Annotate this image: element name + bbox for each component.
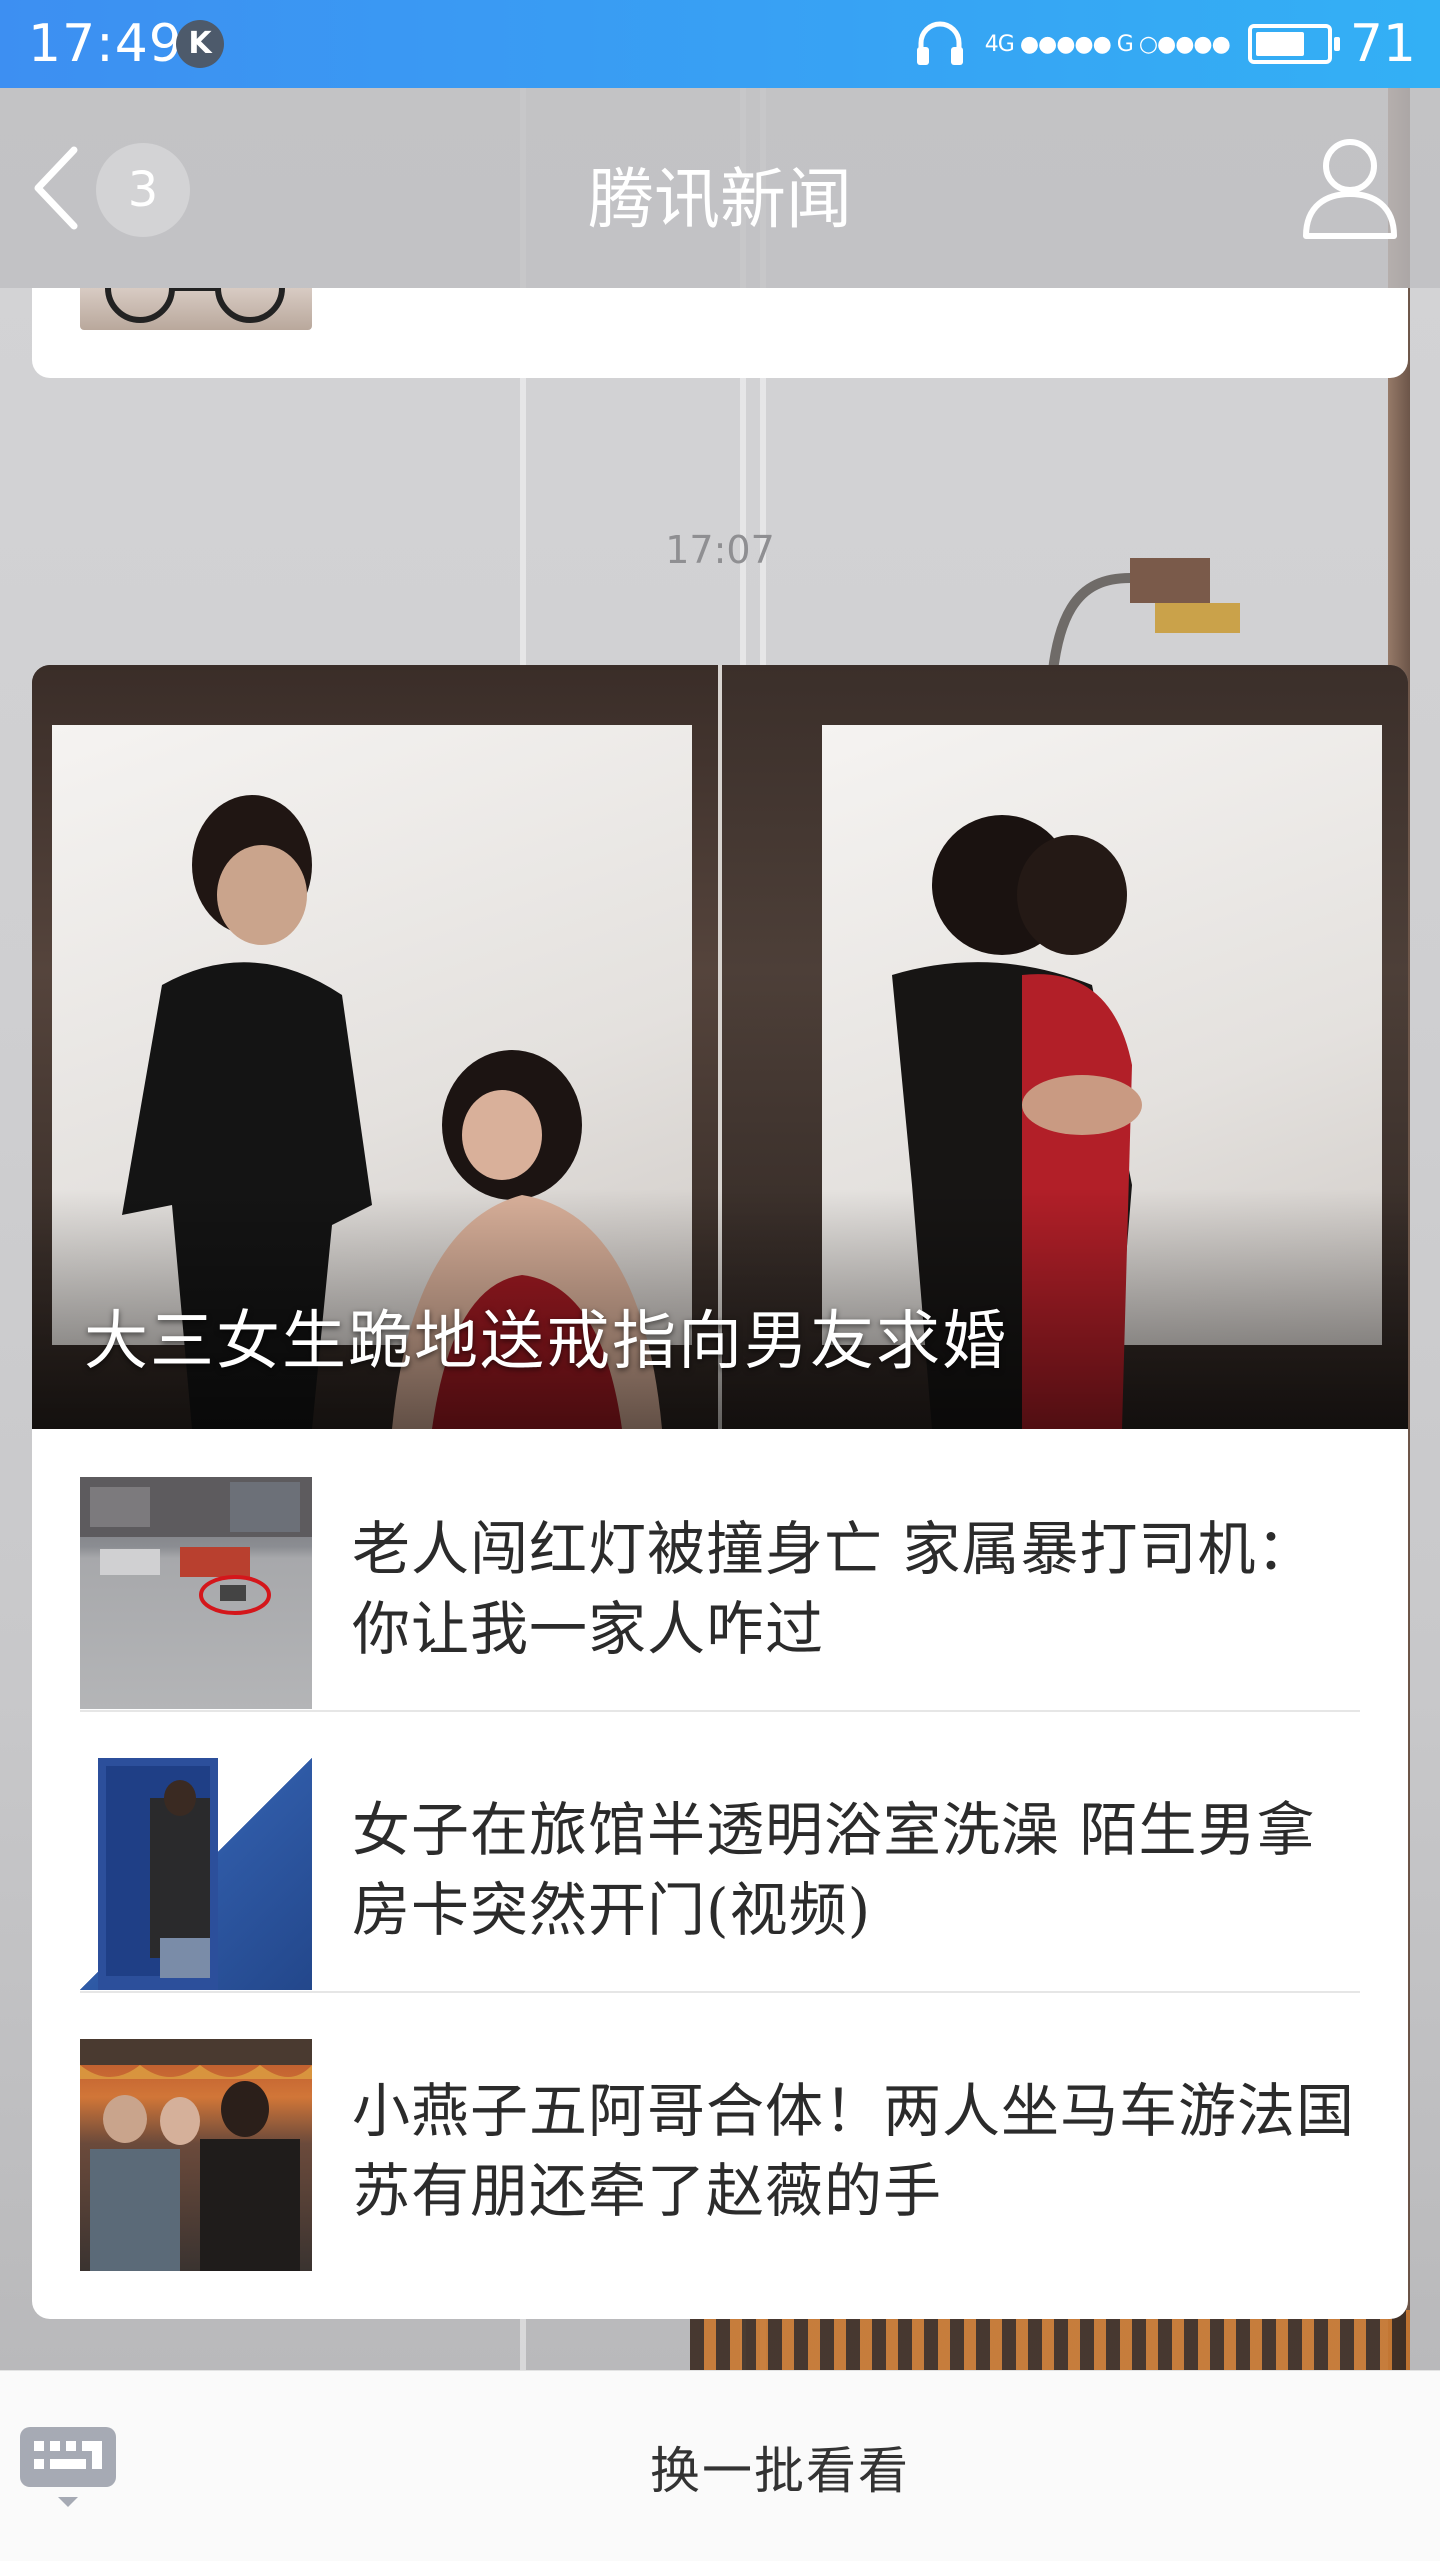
news-card: 大三女生跪地送戒指向男友求婚 老人闯红灯被撞身亡 家属暴打司机：你让我一家人咋过 xyxy=(32,665,1408,2319)
news-list: 老人闯红灯被撞身亡 家属暴打司机：你让我一家人咋过 女子在旅馆半透明浴室洗澡 陌… xyxy=(32,1429,1408,2272)
keyboard-toggle-button[interactable] xyxy=(18,2425,118,2507)
signal-indicator: 4G ●●●●● G ○●●●● xyxy=(984,31,1231,57)
message-timestamp: 17:07 xyxy=(665,528,775,572)
page-title: 腾讯新闻 xyxy=(588,161,852,238)
hero-news-item[interactable]: 大三女生跪地送戒指向男友求婚 xyxy=(32,665,1408,1429)
previous-news-card[interactable] xyxy=(32,253,1408,378)
news-thumbnail xyxy=(80,2039,312,2271)
news-title: 女子在旅馆半透明浴室洗澡 陌生男拿房卡突然开门(视频) xyxy=(352,1796,1316,1944)
news-item[interactable]: 小燕子五阿哥合体！两人坐马车游法国 苏有朋还牵了赵薇的手 xyxy=(32,1991,1408,2272)
k-app-icon: K xyxy=(176,20,224,68)
status-bar: 17:49 K 4G ●●●●● G ○●●●● 71 xyxy=(0,0,1440,88)
bottom-action-bar: 换一批看看 xyxy=(0,2370,1440,2561)
headphones-icon xyxy=(916,21,963,65)
hero-news-title: 大三女生跪地送戒指向男友求婚 xyxy=(84,1305,1008,1379)
previous-news-thumbnail xyxy=(80,253,312,330)
news-item[interactable]: 老人闯红灯被撞身亡 家属暴打司机：你让我一家人咋过 xyxy=(32,1429,1408,1710)
battery-level: 71 xyxy=(1349,14,1416,74)
profile-button[interactable] xyxy=(1300,132,1400,242)
news-thumbnail xyxy=(80,1758,312,1990)
refresh-news-button[interactable]: 换一批看看 xyxy=(600,2431,960,2511)
news-title: 老人闯红灯被撞身亡 家属暴打司机：你让我一家人咋过 xyxy=(352,1515,1316,1663)
chat-header: 3 腾讯新闻 xyxy=(0,88,1440,288)
profile-icon xyxy=(1303,139,1397,239)
news-item[interactable]: 女子在旅馆半透明浴室洗澡 陌生男拿房卡突然开门(视频) xyxy=(32,1710,1408,1991)
news-thumbnail xyxy=(80,1477,312,1709)
news-title: 小燕子五阿哥合体！两人坐马车游法国 苏有朋还牵了赵薇的手 xyxy=(352,2077,1356,2225)
status-time: 17:49 xyxy=(28,14,183,74)
battery-icon xyxy=(1247,24,1340,64)
keyboard-toggle-icon xyxy=(20,2427,116,2507)
battery-fill xyxy=(1255,32,1305,56)
